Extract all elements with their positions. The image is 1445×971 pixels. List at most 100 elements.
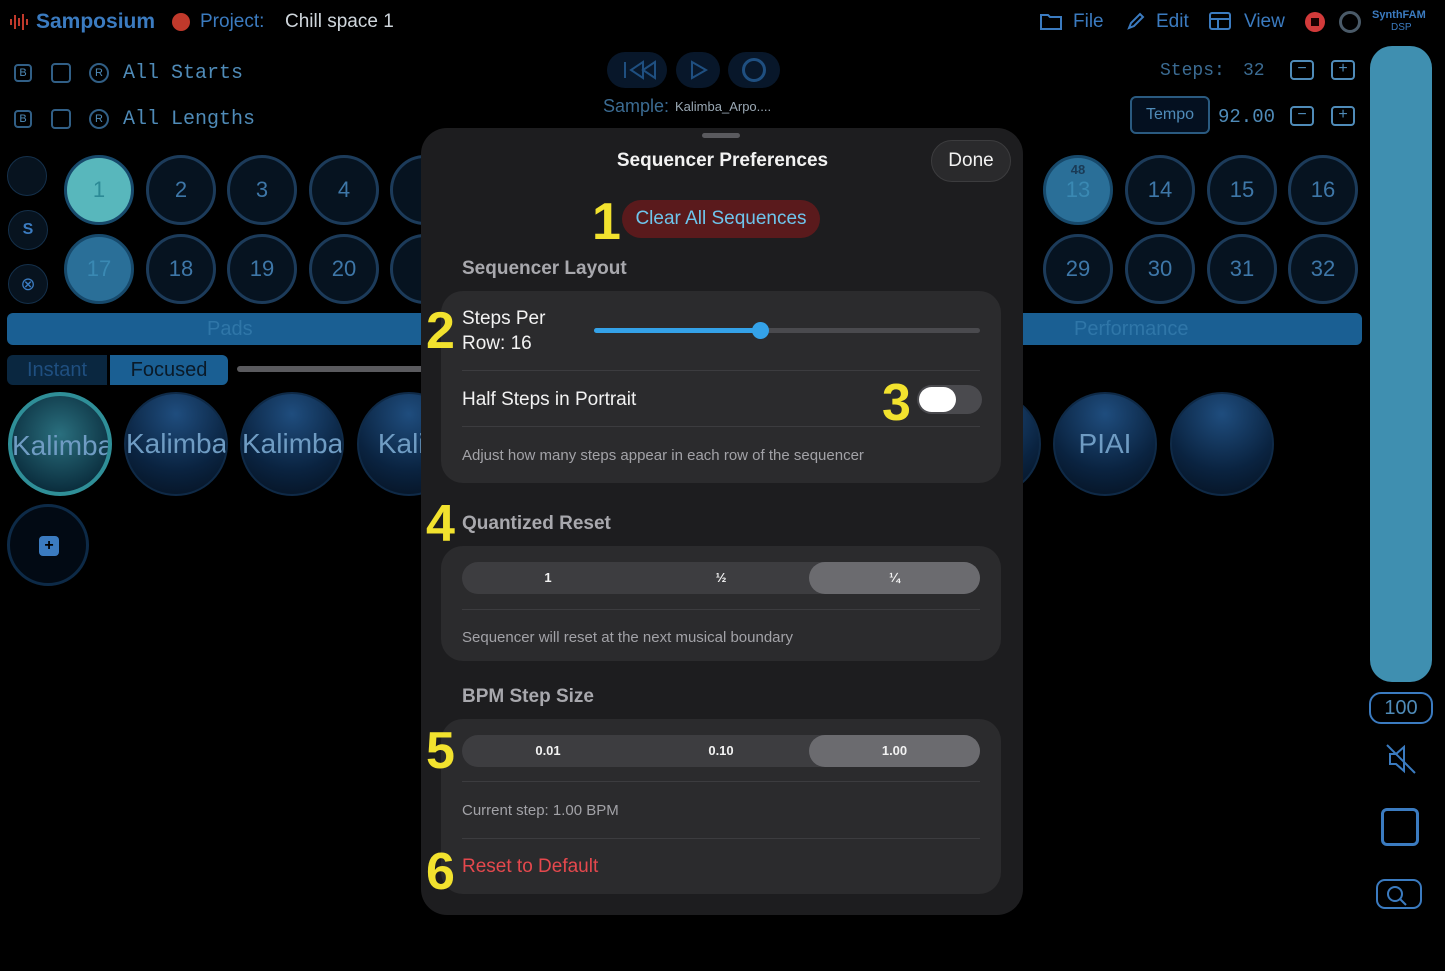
clear-all-sequences-button[interactable]: Clear All Sequences: [622, 200, 820, 238]
project-name[interactable]: Chill space 1: [285, 11, 394, 33]
quantized-option-quarter[interactable]: ¼: [809, 562, 980, 594]
quantized-footer: Sequencer will reset at the next musical…: [462, 629, 794, 646]
brand-logo-bottom: DSP: [1391, 22, 1412, 33]
pad-17[interactable]: 17: [64, 234, 134, 304]
bpm-segmented-control: 0.01 0.10 1.00: [462, 735, 980, 767]
annotation-5: 5: [426, 722, 455, 780]
b-button[interactable]: B: [14, 64, 32, 82]
steps-per-row-slider[interactable]: [594, 322, 980, 339]
tempo-increment-button[interactable]: +: [1331, 106, 1355, 126]
pad-30[interactable]: 30: [1125, 234, 1195, 304]
rewind-icon: [624, 60, 656, 80]
settings-button[interactable]: [728, 52, 780, 88]
separator: [462, 370, 980, 371]
annotation-6: 6: [426, 843, 455, 901]
pad-19[interactable]: 19: [227, 234, 297, 304]
steps-label: Steps:: [1160, 61, 1225, 81]
quantized-segmented-control: 1 ½ ¼: [462, 562, 980, 594]
steps-value: 32: [1243, 61, 1265, 81]
close-circle-icon[interactable]: ⊗: [8, 264, 48, 304]
instrument-3[interactable]: Kalimba: [240, 392, 344, 496]
rewind-button[interactable]: [607, 52, 667, 88]
add-instrument-button[interactable]: +: [7, 504, 89, 586]
instrument-2[interactable]: Kalimba: [124, 392, 228, 496]
app-name: Samposium: [36, 10, 156, 33]
bpm-option-010[interactable]: 0.10: [635, 735, 807, 767]
volume-fader[interactable]: [1370, 46, 1432, 682]
progress-bar: [237, 366, 427, 372]
menu-file[interactable]: File: [1073, 11, 1104, 33]
separator: [462, 609, 980, 610]
menu-view[interactable]: View: [1244, 11, 1285, 33]
sample-name[interactable]: Kalimba_Arpo....: [675, 99, 771, 114]
r-button-lengths[interactable]: R: [89, 109, 109, 129]
r-button[interactable]: R: [89, 63, 109, 83]
project-label: Project:: [200, 11, 265, 32]
steps-per-row-label-2: Row: 16: [462, 333, 532, 354]
plus-icon: +: [39, 536, 59, 556]
settings-gear-icon: [742, 58, 766, 82]
sheet-title: Sequencer Preferences: [616, 150, 829, 171]
gear-icon[interactable]: [1339, 11, 1361, 33]
layout-icon: [1209, 12, 1231, 35]
random-dice-icon[interactable]: [1381, 808, 1419, 846]
stop-record-icon[interactable]: [1305, 12, 1325, 32]
layout-footer: Adjust how many steps appear in each row…: [462, 447, 864, 464]
pad-29[interactable]: 29: [1043, 234, 1113, 304]
search-chat-icon[interactable]: [1375, 878, 1423, 923]
half-steps-label: Half Steps in Portrait: [462, 389, 637, 410]
mode-instant[interactable]: Instant: [7, 355, 107, 385]
play-button[interactable]: [676, 52, 720, 88]
dice-icon[interactable]: [51, 63, 71, 83]
pad-20[interactable]: 20: [309, 234, 379, 304]
quantized-option-1[interactable]: 1: [462, 562, 634, 594]
steps-increment-button[interactable]: +: [1331, 60, 1355, 80]
pencil-icon: [1127, 12, 1145, 35]
menu-edit[interactable]: Edit: [1156, 11, 1189, 33]
tempo-value: 92.00: [1218, 106, 1276, 128]
toggle-knob: [919, 387, 956, 412]
instrument-empty[interactable]: [1170, 392, 1274, 496]
annotation-4: 4: [426, 495, 455, 553]
dice-icon-lengths[interactable]: [51, 109, 71, 129]
done-button[interactable]: Done: [931, 140, 1011, 182]
tempo-decrement-button[interactable]: −: [1290, 106, 1314, 126]
quantized-section-header: Quantized Reset: [462, 513, 611, 534]
slider-fill: [594, 328, 760, 333]
pad-32[interactable]: 32: [1288, 234, 1358, 304]
pad-31[interactable]: 31: [1207, 234, 1277, 304]
tab-pads-label: Pads: [207, 318, 253, 340]
tab-pads[interactable]: Pads: [7, 313, 457, 345]
solo-button[interactable]: S: [8, 210, 48, 250]
bpm-option-100[interactable]: 1.00: [809, 735, 980, 767]
slider-thumb[interactable]: [751, 322, 769, 339]
mode-focused[interactable]: Focused: [110, 355, 228, 385]
all-lengths-label[interactable]: All Lengths: [123, 108, 255, 131]
steps-per-row-label-1: Steps Per: [462, 308, 546, 329]
instrument-piano[interactable]: PIAI: [1053, 392, 1157, 496]
bpm-current-step: Current step: 1.00 BPM: [462, 802, 619, 819]
instrument-1[interactable]: Kalimba: [8, 392, 112, 496]
half-steps-toggle[interactable]: [917, 385, 982, 414]
waveform-icon: [9, 13, 29, 31]
b-button-lengths[interactable]: B: [14, 110, 32, 128]
annotation-2: 2: [426, 302, 455, 360]
top-bar: Samposium Project: Chill space 1 File Ed…: [0, 0, 1445, 46]
tab-performance[interactable]: Performance: [990, 313, 1362, 345]
sample-label: Sample:: [603, 96, 670, 116]
pad-18[interactable]: 18: [146, 234, 216, 304]
sheet-grabber[interactable]: [702, 133, 740, 138]
record-indicator-icon: [172, 13, 190, 31]
reset-to-default-button[interactable]: Reset to Default: [462, 856, 598, 878]
annotation-3: 3: [882, 374, 911, 432]
all-starts-label[interactable]: All Starts: [123, 62, 243, 85]
steps-decrement-button[interactable]: −: [1290, 60, 1314, 80]
mute-icon[interactable]: [1384, 742, 1418, 781]
tempo-button[interactable]: Tempo: [1130, 96, 1210, 134]
tab-performance-label: Performance: [1074, 318, 1189, 340]
bpm-option-001[interactable]: 0.01: [462, 735, 634, 767]
layout-section-header: Sequencer Layout: [462, 258, 627, 279]
annotation-1: 1: [592, 193, 621, 251]
folder-icon: [1040, 12, 1062, 35]
quantized-option-half[interactable]: ½: [635, 562, 807, 594]
